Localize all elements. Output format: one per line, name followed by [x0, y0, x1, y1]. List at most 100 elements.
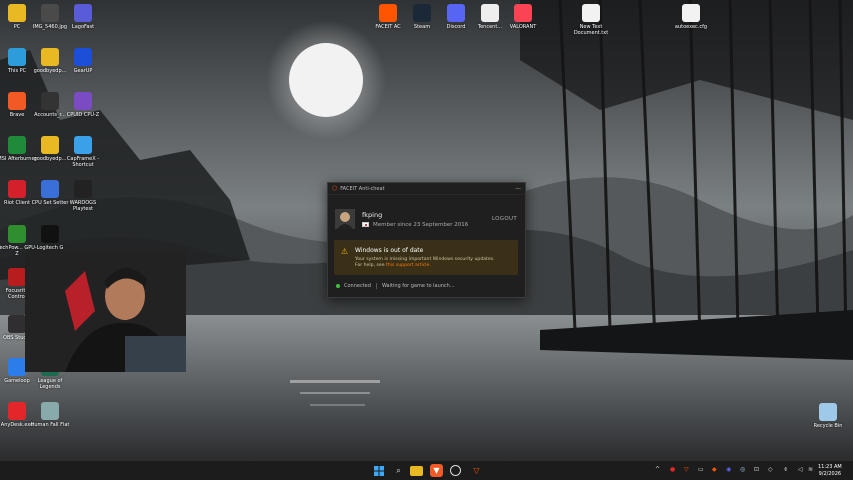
- avatar: [335, 209, 355, 229]
- tencent-icon: [481, 4, 499, 22]
- cpuz-icon: [74, 92, 92, 110]
- desktop-icon[interactable]: CPUID CPU-Z: [63, 92, 103, 118]
- desktop-icon[interactable]: CapFrameX - Shortcut: [63, 136, 103, 168]
- taskbar: ⌕ ▼ ▽ ^ ● ▽ ▭ ◆ ◉ ◎ ⊡ ◇ ⌽ ◁ ≋ 11:23 AM 9…: [0, 460, 853, 480]
- recycle-bin-icon: [819, 403, 837, 421]
- warning-icon: ⚠: [341, 247, 349, 256]
- hff-icon: [41, 402, 59, 420]
- faceit-icon: [379, 4, 397, 22]
- desktop-icon-label: CPUID CPU-Z: [66, 112, 100, 118]
- search-icon[interactable]: ⌕: [392, 464, 405, 477]
- gpuz-icon: [8, 225, 26, 243]
- minimize-icon[interactable]: —: [515, 185, 521, 192]
- brave-icon: [8, 92, 26, 110]
- desktop-icon-label: GearUP: [73, 68, 93, 74]
- chevron-up-icon[interactable]: ^: [655, 466, 660, 473]
- file-explorer-icon[interactable]: [410, 466, 423, 476]
- window-title-bar[interactable]: ⬡ FACEIT Anti-cheat —: [328, 183, 525, 195]
- warning-line-2-prefix: For help, see: [355, 263, 386, 268]
- desktop-icon-label: WARDOGS Playtest: [69, 200, 97, 212]
- desktop-icon-label: CapFrameX - Shortcut: [66, 156, 100, 168]
- system-clock[interactable]: 11:23 AM 9/2/2026: [818, 464, 842, 478]
- support-article-link[interactable]: this support article.: [386, 263, 431, 268]
- username: fkping: [362, 211, 383, 219]
- exe-icon: [41, 92, 59, 110]
- tray-msi-icon[interactable]: ◆: [712, 466, 717, 473]
- windows-start-icon[interactable]: [372, 464, 385, 477]
- desktop-icon[interactable]: WARDOGS Playtest: [63, 180, 103, 212]
- webcam-overlay: [25, 251, 186, 372]
- folder-icon: [41, 136, 59, 154]
- warning-line-2: For help, see this support article.: [355, 263, 515, 269]
- msi-icon: [8, 136, 26, 154]
- member-since-text: Member since 23 September 2016: [373, 222, 469, 228]
- connection-status: Connected Waiting for game to launch...: [336, 283, 455, 289]
- desktop-icon[interactable]: GearUP: [63, 48, 103, 74]
- discord-icon: [447, 4, 465, 22]
- gearup-icon: [74, 48, 92, 66]
- brave-icon[interactable]: ▼: [430, 464, 443, 477]
- windows-update-warning: ⚠ Windows is out of date Your system is …: [334, 240, 518, 275]
- desktop-icon-label: New Text Document.txt: [573, 24, 609, 36]
- desktop-icon-label: Human Fall Flat: [30, 422, 70, 428]
- desktop-icon-label: autoexec.cfg: [674, 24, 708, 30]
- faceit-logo-icon: ⬡: [332, 185, 338, 192]
- text-file-icon: [582, 4, 600, 22]
- wardogs-icon: [74, 180, 92, 198]
- folder-icon: [41, 48, 59, 66]
- faceit-taskbar-icon[interactable]: [450, 465, 461, 476]
- image-icon: [41, 4, 59, 22]
- anydesk-icon: [8, 402, 26, 420]
- faceit-ac-taskbar-icon[interactable]: ▽: [470, 464, 483, 477]
- status-connected: Connected: [344, 283, 371, 289]
- status-waiting: Waiting for game to launch...: [381, 283, 455, 289]
- tray-lock-icon[interactable]: ⊡: [754, 466, 759, 473]
- desktop-icon[interactable]: autoexec.cfg: [671, 4, 711, 30]
- logitech-icon: [41, 225, 59, 243]
- desktop-icon[interactable]: New Text Document.txt: [571, 4, 611, 36]
- desktop-icon-label: LagoFast: [71, 24, 95, 30]
- desktop-icon[interactable]: Logitech G: [30, 225, 70, 251]
- tray-steam-icon[interactable]: ◎: [740, 466, 745, 473]
- moon: [289, 43, 363, 117]
- clock-time: 11:23 AM: [818, 464, 842, 470]
- desktop-icon-label: League of Legends: [37, 378, 63, 390]
- windows-logo: [373, 465, 384, 476]
- desktop-icon[interactable]: VALORANT: [503, 4, 543, 30]
- warning-body: Your system is missing important Windows…: [355, 257, 515, 269]
- warning-title: Windows is out of date: [355, 247, 424, 254]
- japan-flag-icon: [362, 222, 369, 227]
- gameloop-icon: [8, 358, 26, 376]
- member-since: Member since 23 September 2016: [362, 222, 468, 228]
- folder-icon: [8, 4, 26, 22]
- speaker-icon[interactable]: ◁: [798, 466, 803, 473]
- logout-button[interactable]: LOGOUT: [492, 216, 517, 222]
- tray-app-icon[interactable]: ◇: [768, 466, 773, 473]
- tray-riot-icon[interactable]: ●: [670, 466, 675, 473]
- desktop-icon-label: VALORANT: [509, 24, 537, 30]
- desktop-icon[interactable]: LagoFast: [63, 4, 103, 30]
- focusrite-icon: [8, 268, 26, 286]
- obs-icon: [8, 315, 26, 333]
- desktop-icon-label: Recycle Bin: [813, 423, 843, 429]
- connected-dot-icon: [336, 284, 340, 288]
- window-title: FACEIT Anti-cheat: [340, 185, 385, 192]
- steam-icon: [413, 4, 431, 22]
- wifi-icon[interactable]: ≋: [808, 466, 813, 473]
- tray-discord-icon[interactable]: ◉: [726, 466, 731, 473]
- webcam-feed-image: [25, 251, 186, 372]
- desktop-icon[interactable]: Recycle Bin: [808, 403, 848, 429]
- capframex-icon: [74, 136, 92, 154]
- lagofast-icon: [74, 4, 92, 22]
- computer-icon: [8, 48, 26, 66]
- clock-date: 9/2/2026: [818, 471, 842, 477]
- cpu-icon: [41, 180, 59, 198]
- status-divider: [375, 283, 377, 289]
- tray-faceit-icon[interactable]: ▽: [684, 466, 689, 473]
- tray-monitor-icon[interactable]: ▭: [698, 466, 704, 473]
- avatar-image: [335, 209, 355, 229]
- mic-icon[interactable]: ⌽: [784, 466, 788, 474]
- desktop-icon[interactable]: Human Fall Flat: [30, 402, 70, 428]
- riot-icon: [8, 180, 26, 198]
- cfg-file-icon: [682, 4, 700, 22]
